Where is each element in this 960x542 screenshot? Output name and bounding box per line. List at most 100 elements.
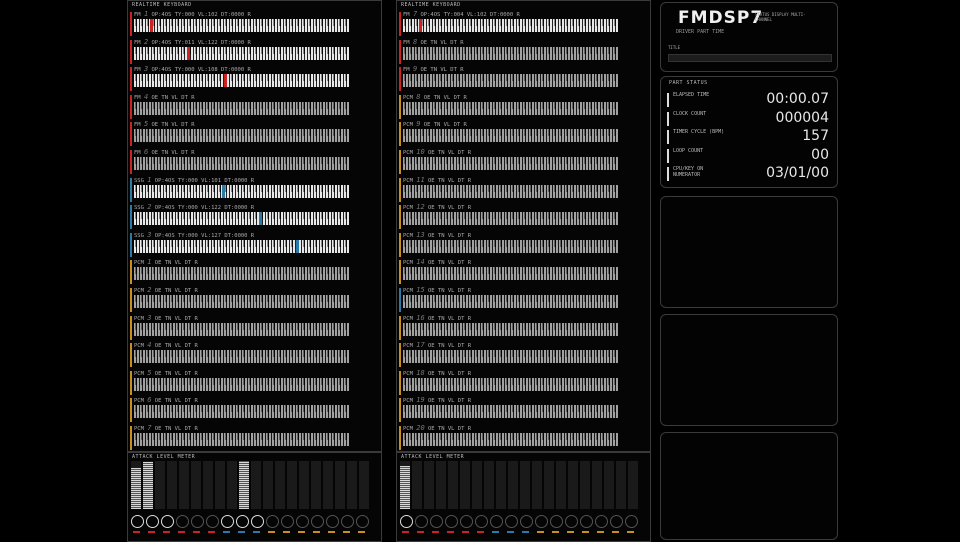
channel-color-bar (130, 94, 132, 119)
left-meter-slot (299, 461, 309, 509)
right-meter-slot (484, 461, 494, 509)
channel-label: PCM 13 OE TN VL DT R (403, 231, 471, 239)
status-label: ELAPSED TIME (673, 92, 710, 98)
channel-label: PCM 7 OE TN VL DT R (134, 424, 198, 432)
channel-color-bar (399, 343, 401, 368)
channel-label: FM 7 OP:4OS TY:004 VL:102 DT:0000 R (403, 10, 520, 18)
right-channel-tick (492, 531, 499, 533)
right_keyboard-channel-6: PCM 10 OE TN VL DT R (399, 148, 619, 175)
black-keys (403, 267, 618, 275)
right-channel-tick (432, 531, 439, 533)
channel-label: PCM 14 OE TN VL DT R (403, 258, 471, 266)
channel-type: PCM (134, 398, 144, 405)
channel-info: OE TN VL DT R (428, 426, 472, 432)
black-keys (403, 101, 618, 109)
black-keys (134, 19, 349, 26)
channel-info: OE TN VL DT R (151, 94, 195, 101)
black-keys (134, 433, 349, 440)
left_keyboard-channel-8: SSG 2 OP:4OS TY:000 VL:122 DT:0000 R (130, 203, 350, 230)
left_keyboard-channel-11: PCM 2 OE TN VL DT R (130, 286, 350, 313)
left-channel-tick (193, 531, 200, 533)
black-keys (403, 212, 618, 220)
channel-number: 2 (147, 286, 152, 294)
left-meter-slot (311, 461, 321, 509)
channel-type: PCM (403, 426, 413, 432)
right-channel-indicator (565, 515, 578, 528)
right-meter-slot (508, 461, 518, 509)
channel-label: PCM 5 OE TN VL DT R (134, 369, 198, 377)
right-meter-slot (520, 461, 530, 509)
channel-number: 4 (143, 92, 149, 101)
channel-type: PCM (403, 343, 413, 350)
right-meter-slot (580, 461, 590, 509)
black-keys (403, 184, 618, 192)
right-channel-indicator (400, 515, 413, 528)
channel-number: 13 (416, 230, 425, 239)
left-meter-slot (263, 461, 273, 509)
left_keyboard-channel-3: FM 3 OP:4OS TY:000 VL:108 DT:0000 R (130, 65, 350, 92)
right_keyboard-channel-2: FM 8 OE TN VL DT R (399, 38, 619, 65)
channel-type: PCM (403, 370, 413, 377)
right-channel-indicator (550, 515, 563, 528)
black-keys (403, 46, 618, 54)
channel-color-bar (130, 343, 132, 368)
right_keyboard-channel-15: PCM 19 OE TN VL DT R (399, 396, 619, 423)
channel-color-bar (399, 67, 401, 92)
channel-color-bar (399, 122, 401, 147)
channel-number: 8 (416, 92, 421, 101)
pressed-key (224, 74, 227, 88)
left_keyboard-channel-15: PCM 6 OE TN VL DT R (130, 396, 350, 423)
channel-number: 2 (143, 37, 149, 46)
channel-color-bar (399, 39, 401, 64)
channel-number: 11 (416, 175, 425, 184)
channel-type: PCM (134, 343, 144, 350)
channel-color-bar (130, 39, 132, 64)
channel-number: 7 (412, 10, 418, 18)
channel-color-bar (130, 426, 132, 450)
channel-label: PCM 18 OE TN VL DT R (403, 369, 471, 377)
black-keys (134, 350, 349, 358)
left-channel-tick (163, 531, 170, 533)
right-channel-tick (507, 531, 514, 533)
channel-info: OE TN VL DT R (428, 150, 472, 156)
channel-type: SSG (134, 177, 144, 184)
channel-info: OE TN VL DT R (423, 94, 467, 101)
left-meter-slot (323, 461, 333, 509)
logo-subtitle: STATUS DISPLAY MULTI-CHANNEL (755, 12, 806, 22)
status-row: ELAPSED TIME 00:00.07 (667, 91, 833, 109)
left-channel-indicator (236, 515, 249, 528)
left_keyboard-channel-12: PCM 3 OE TN VL DT R (130, 314, 350, 341)
channel-color-bar (399, 260, 401, 285)
left-channel-tick (343, 531, 350, 533)
channel-number: 7 (147, 424, 152, 432)
left-channel-tick (328, 531, 335, 533)
left-meter-slot (167, 461, 177, 509)
channel-type: FM (134, 39, 141, 46)
right-channel-indicator (430, 515, 443, 528)
channel-number: 10 (416, 148, 425, 156)
left-channel-indicator (131, 515, 144, 528)
channel-label: PCM 15 OE TN VL DT R (403, 286, 471, 294)
left_keyboard-channel-6: FM 6 OE TN VL DT R (130, 148, 350, 175)
status-bar (667, 111, 669, 126)
right-channel-tick (552, 531, 559, 533)
right_keyboard-channel-7: PCM 11 OE TN VL DT R (399, 176, 619, 203)
channel-number: 18 (416, 368, 425, 377)
right-channel-tick (582, 531, 589, 533)
left-meter-slot (191, 461, 201, 509)
left-channel-indicator (356, 515, 369, 528)
black-keys (403, 405, 618, 413)
status-value: 00 (811, 146, 829, 163)
black-keys (134, 157, 349, 164)
black-keys (134, 184, 349, 192)
channel-info: OE TN VL DT R (154, 343, 198, 350)
left-channel-tick (358, 531, 365, 533)
right-channel-indicator (445, 515, 458, 528)
left_keyboard-channel-5: FM 5 OE TN VL DT R (130, 120, 350, 147)
channel-info: OE TN VL DT R (154, 288, 198, 294)
channel-label: FM 9 OE TN VL DT R (403, 65, 464, 73)
channel-type: FM (134, 150, 141, 156)
channel-color-bar (130, 150, 132, 174)
channel-number: 19 (416, 396, 425, 405)
black-keys (134, 267, 349, 275)
